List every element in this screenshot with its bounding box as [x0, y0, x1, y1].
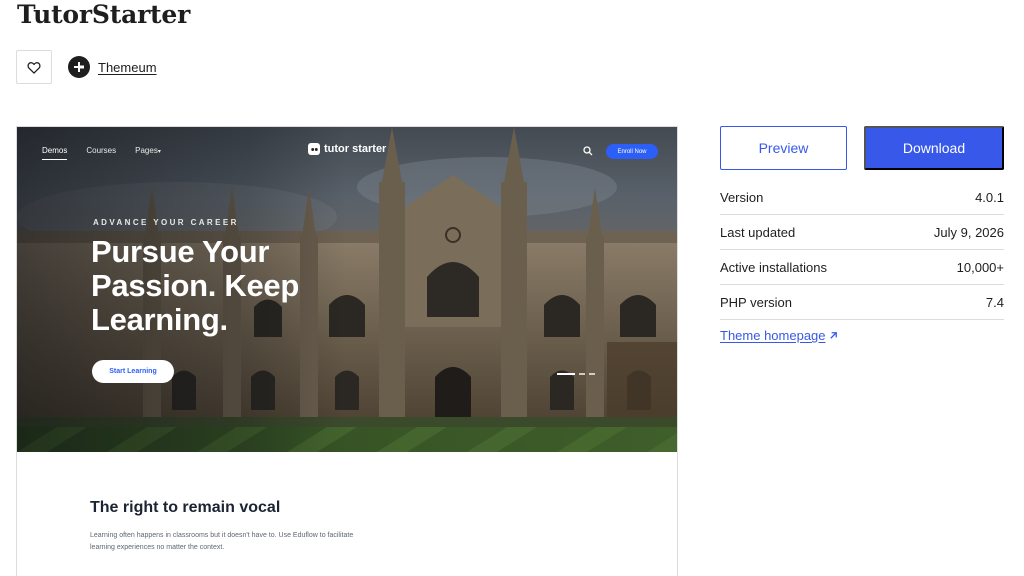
theme-homepage-link[interactable]: Theme homepage: [720, 328, 839, 343]
theme-meta-table: Version 4.0.1 Last updated July 9, 2026 …: [720, 180, 1004, 320]
author-link[interactable]: Themeum: [98, 60, 157, 75]
meta-row-active-installations: Active installations 10,000+: [720, 250, 1004, 285]
themeum-logo-icon: [68, 56, 90, 78]
meta-row-last-updated: Last updated July 9, 2026: [720, 215, 1004, 250]
meta-row-version: Version 4.0.1: [720, 180, 1004, 215]
section-text: Learning often happens in classrooms but…: [90, 532, 354, 551]
theme-title: TutorStarter: [17, 0, 191, 29]
hero-banner: Demos Courses Pages▾ tutor starter Enrol…: [17, 127, 677, 452]
search-icon[interactable]: [583, 146, 593, 156]
owl-logo-icon: [308, 143, 320, 155]
nav-demos[interactable]: Demos: [42, 146, 68, 160]
hero-eyebrow: ADVANCE YOUR CAREER: [93, 218, 239, 227]
nav-courses[interactable]: Courses: [86, 146, 116, 160]
meta-row-php-version: PHP version 7.4: [720, 285, 1004, 320]
slider-dots[interactable]: [557, 373, 595, 375]
nav-pages[interactable]: Pages▾: [135, 146, 161, 160]
enroll-now-button[interactable]: Enroll Now: [606, 144, 658, 159]
download-button[interactable]: Download: [864, 126, 1004, 170]
author: Themeum: [68, 56, 157, 78]
heart-icon: [27, 61, 41, 74]
theme-preview-screenshot[interactable]: Demos Courses Pages▾ tutor starter Enrol…: [16, 126, 678, 576]
chevron-down-icon: ▾: [157, 149, 161, 155]
favorite-button[interactable]: [16, 50, 52, 84]
start-learning-button[interactable]: Start Learning: [92, 360, 174, 383]
arrow-up-right-icon: [829, 332, 837, 339]
section-title: The right to remain vocal: [90, 499, 281, 516]
preview-button[interactable]: Preview: [720, 126, 847, 170]
tutor-starter-logo: tutor starter: [308, 143, 386, 155]
hero-headline: Pursue Your Passion. Keep Learning.: [91, 234, 300, 337]
preview-nav: Demos Courses Pages▾: [42, 146, 161, 160]
